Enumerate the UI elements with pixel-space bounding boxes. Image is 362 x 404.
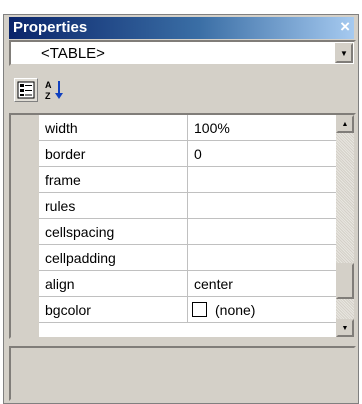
property-name: align [45,276,75,292]
property-value[interactable]: 100% [194,120,230,136]
title-bar[interactable]: Properties × [9,17,354,39]
svg-text:Z: Z [45,91,51,101]
column-divider [187,141,188,167]
property-name: rules [45,198,76,214]
column-divider [187,271,188,297]
property-row-cellpadding[interactable]: cellpadding [39,245,340,271]
categorized-icon [17,81,35,99]
window-title: Properties [13,19,88,36]
scrollbar-thumb[interactable] [336,263,354,299]
toolbar: A Z [9,70,356,108]
column-divider [187,193,188,219]
property-row-bgcolor[interactable]: bgcolor (none) [39,297,340,323]
property-name: frame [45,172,81,188]
vertical-scrollbar[interactable]: ▲ ▼ [336,115,354,337]
property-row-cellspacing[interactable]: cellspacing [39,219,340,245]
property-row-border[interactable]: border 0 [39,141,340,167]
alphabetical-sort-icon: A Z [45,80,63,101]
property-value[interactable]: (none) [215,302,255,318]
description-pane [9,346,356,401]
column-divider [187,245,188,271]
property-value[interactable]: 0 [194,146,202,162]
property-name: cellpadding [45,250,116,266]
scroll-up-icon[interactable]: ▲ [336,115,354,133]
property-row-frame[interactable]: frame [39,167,340,193]
property-row-rules[interactable]: rules [39,193,340,219]
svg-text:A: A [45,80,52,90]
column-divider [187,219,188,245]
property-grid: width 100% border 0 frame rules cellspac… [9,113,356,339]
column-divider [187,115,188,141]
grid-gutter [11,115,39,337]
close-icon[interactable]: × [340,17,350,37]
property-value[interactable]: center [194,276,233,292]
property-name: bgcolor [45,302,91,318]
color-swatch[interactable] [192,302,207,317]
column-divider [187,297,188,323]
categorized-button[interactable] [14,78,38,102]
object-selector[interactable]: <TABLE> ▼ [9,40,356,66]
property-name: cellspacing [45,224,115,240]
property-name: width [45,120,78,136]
chevron-down-icon[interactable]: ▼ [335,43,353,63]
object-selector-value: <TABLE> [41,45,105,62]
property-row-align[interactable]: align center [39,271,340,297]
column-divider [187,167,188,193]
alphabetical-button[interactable]: A Z [42,78,66,102]
property-row-width[interactable]: width 100% [39,115,340,141]
scroll-down-icon[interactable]: ▼ [336,319,354,337]
property-name: border [45,146,86,162]
